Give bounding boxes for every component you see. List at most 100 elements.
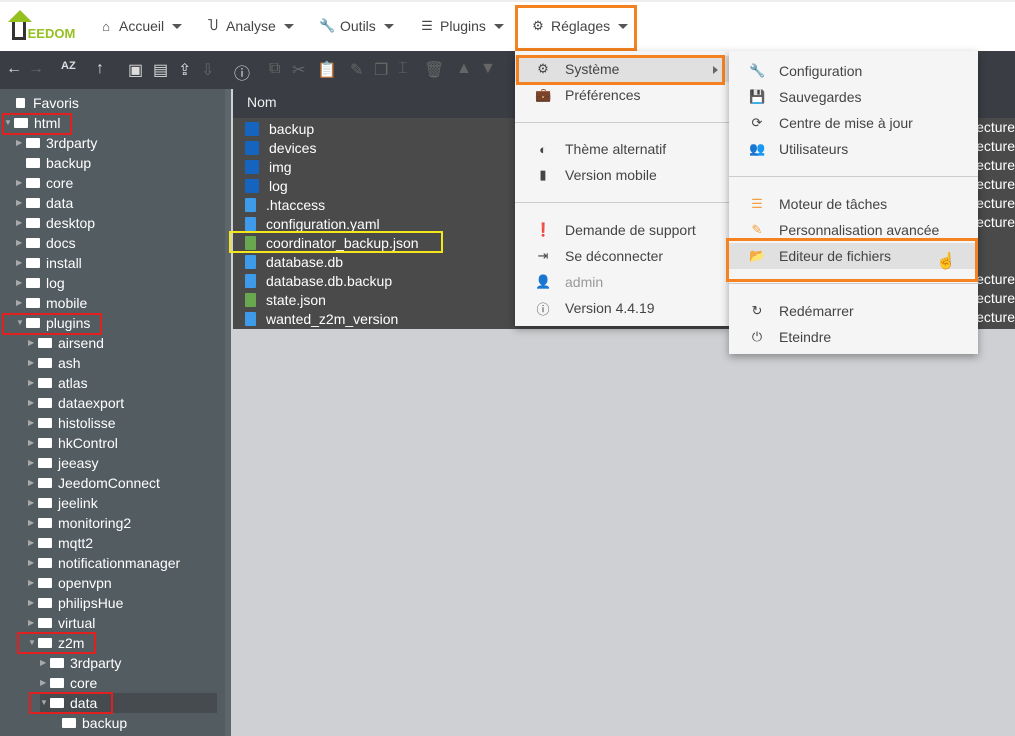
duplicate-icon[interactable]: ❐: [374, 60, 388, 80]
caret-right-icon[interactable]: ▶: [16, 193, 24, 213]
menu-item-power-off[interactable]: ⏻ Eteindre: [729, 324, 978, 350]
tree-item[interactable]: ▶ core: [16, 173, 73, 193]
tree-item[interactable]: ▶ histolisse: [28, 413, 116, 433]
caret-right-icon[interactable]: ▶: [28, 333, 36, 353]
nav-analyse[interactable]: Ⴎ Analyse: [205, 18, 294, 34]
tree-item[interactable]: ▶ dataexport: [28, 393, 124, 413]
file-row[interactable]: database.db: [245, 252, 343, 271]
tree-item[interactable]: ▶ JeedomConnect: [28, 473, 160, 493]
file-row[interactable]: img: [245, 157, 292, 176]
tree-item[interactable]: ▶ log: [16, 273, 65, 293]
tree-item[interactable]: ▶ virtual: [28, 613, 95, 633]
tree-item[interactable]: backup: [52, 713, 127, 733]
edit-icon[interactable]: ✎: [350, 60, 363, 80]
new-folder-icon[interactable]: ▣: [128, 60, 143, 80]
menu-item-wrench[interactable]: 🔧 Configuration: [729, 58, 978, 84]
menu-item-info-circle[interactable]: ⓘ Version 4.4.19: [515, 295, 729, 321]
caret-right-icon[interactable]: ▶: [16, 233, 24, 253]
nav-outils[interactable]: 🔧 Outils: [319, 18, 394, 34]
caret-right-icon[interactable]: ▶: [28, 613, 36, 633]
caret-right-icon[interactable]: ▶: [28, 393, 36, 413]
caret-right-icon[interactable]: ▶: [28, 413, 36, 433]
menu-item-tasks[interactable]: ☰ Moteur de tâches: [729, 191, 978, 217]
caret-right-icon[interactable]: ▶: [28, 513, 36, 533]
caret-right-icon[interactable]: ▶: [28, 593, 36, 613]
tree-item[interactable]: Favoris: [4, 93, 79, 113]
delete-icon[interactable]: 🗑: [424, 60, 444, 80]
tree-item[interactable]: ▶ 3rdparty: [16, 133, 97, 153]
tree-item[interactable]: ▶ core: [40, 673, 97, 693]
file-row[interactable]: .htaccess: [245, 195, 325, 214]
download-icon[interactable]: ⇩: [201, 60, 214, 80]
caret-right-icon[interactable]: ▶: [28, 453, 36, 473]
caret-right-icon[interactable]: ▶: [28, 553, 36, 573]
tree-item[interactable]: ▶ philipsHue: [28, 593, 123, 613]
tree-item[interactable]: ▶ data: [16, 193, 73, 213]
tree-item[interactable]: ▶ atlas: [28, 373, 88, 393]
tree-item[interactable]: ▶ ash: [28, 353, 81, 373]
nav-plugins[interactable]: ☰ Plugins: [419, 18, 504, 34]
archive-icon[interactable]: ▲: [456, 60, 472, 78]
caret-right-icon[interactable]: ▶: [28, 433, 36, 453]
caret-right-icon[interactable]: ▶: [40, 653, 48, 673]
back-icon[interactable]: ←: [6, 60, 22, 78]
caret-right-icon[interactable]: ▶: [28, 373, 36, 393]
tree-item[interactable]: ▶ 3rdparty: [40, 653, 121, 673]
tree-item[interactable]: ▶ mqtt2: [28, 533, 93, 553]
tree-item[interactable]: ▶ airsend: [28, 333, 104, 353]
file-row[interactable]: backup: [245, 119, 314, 138]
tree-item[interactable]: ▶ desktop: [16, 213, 95, 233]
cut-icon[interactable]: ✂: [292, 60, 305, 80]
rename-icon[interactable]: ⌶: [398, 60, 408, 78]
tree-item[interactable]: backup: [16, 153, 91, 173]
sort-az-icon[interactable]: AZ: [61, 60, 76, 72]
caret-right-icon[interactable]: ▶: [16, 133, 24, 153]
paste-icon[interactable]: 📋: [317, 60, 337, 80]
menu-item-users[interactable]: 👥 Utilisateurs: [729, 136, 978, 162]
tree-item[interactable]: ▶ hkControl: [28, 433, 118, 453]
menu-item-mobile[interactable]: ▮ Version mobile: [515, 162, 729, 188]
copy-icon[interactable]: ⧉: [269, 60, 280, 78]
tree-item[interactable]: ▶ install: [16, 253, 82, 273]
menu-item-sign-out[interactable]: ⇥ Se déconnecter: [515, 243, 729, 269]
up-icon[interactable]: ↑: [96, 60, 104, 78]
caret-right-icon[interactable]: ▶: [16, 173, 24, 193]
tree-item[interactable]: ▶ monitoring2: [28, 513, 131, 533]
file-row[interactable]: wanted_z2m_version: [245, 309, 398, 328]
file-row[interactable]: devices: [245, 138, 316, 157]
caret-right-icon[interactable]: ▶: [28, 473, 36, 493]
caret-right-icon[interactable]: ▶: [16, 213, 24, 233]
forward-icon[interactable]: →: [28, 60, 44, 78]
upload-icon[interactable]: ⇪: [178, 60, 191, 80]
menu-item-exclamation-circle[interactable]: ❗ Demande de support: [515, 217, 729, 243]
new-file-icon[interactable]: ▤: [153, 60, 168, 80]
jeedom-logo[interactable]: EEDOM: [6, 8, 76, 44]
menu-item-user[interactable]: 👤 admin: [515, 269, 729, 295]
caret-right-icon[interactable]: ▶: [28, 353, 36, 373]
file-row[interactable]: state.json: [245, 290, 326, 309]
caret-right-icon[interactable]: ▶: [40, 673, 48, 693]
tree-item[interactable]: ▶ mobile: [16, 293, 87, 313]
caret-right-icon[interactable]: ▶: [28, 533, 36, 553]
caret-right-icon[interactable]: ▶: [28, 493, 36, 513]
menu-item-floppy[interactable]: 💾 Sauvegardes: [729, 84, 978, 110]
caret-right-icon[interactable]: ▶: [16, 293, 24, 313]
extract-icon[interactable]: ▼: [480, 60, 496, 78]
caret-right-icon[interactable]: ▶: [28, 573, 36, 593]
file-row[interactable]: log: [245, 176, 288, 195]
menu-item-briefcase[interactable]: 💼 Préférences: [515, 82, 729, 108]
file-row[interactable]: database.db.backup: [245, 271, 392, 290]
tree-item[interactable]: ▶ jeelink: [28, 493, 98, 513]
tree-scrollbar[interactable]: [225, 89, 231, 736]
tree-item[interactable]: ▶ openvpn: [28, 573, 112, 593]
info-icon[interactable]: ⓘ: [234, 60, 250, 84]
tree-item[interactable]: ▶ docs: [16, 233, 76, 253]
menu-item-adjust[interactable]: ◐ Thème alternatif: [515, 136, 729, 162]
menu-item-redo[interactable]: ↻ Redémarrer: [729, 298, 978, 324]
menu-item-refresh[interactable]: ⟳ Centre de mise à jour: [729, 110, 978, 136]
caret-right-icon[interactable]: ▶: [16, 253, 24, 273]
tree-item[interactable]: ▶ notificationmanager: [28, 553, 180, 573]
nav-accueil[interactable]: ⌂ Accueil: [98, 18, 183, 34]
caret-right-icon[interactable]: ▶: [16, 273, 24, 293]
tree-item[interactable]: ▶ jeeasy: [28, 453, 98, 473]
